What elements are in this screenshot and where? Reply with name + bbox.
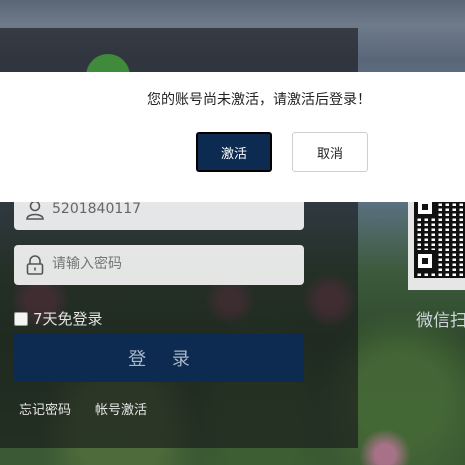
cancel-button[interactable]: 取消 bbox=[292, 132, 368, 172]
forgot-password-link[interactable]: 忘记密码 bbox=[19, 399, 71, 418]
activate-account-link[interactable]: 帐号激活 bbox=[95, 399, 147, 418]
password-field[interactable] bbox=[14, 245, 304, 285]
remember-checkbox[interactable] bbox=[14, 311, 28, 326]
remember-label: 7天免登录 bbox=[33, 310, 103, 328]
dialog-message: 您的账号尚未激活，请激活后登录！ bbox=[147, 92, 371, 108]
user-icon bbox=[26, 200, 44, 220]
lock-icon bbox=[26, 255, 44, 275]
remember-me[interactable]: 7天免登录 bbox=[14, 308, 103, 329]
qr-code-card bbox=[408, 190, 465, 290]
login-button[interactable]: 登 录 bbox=[14, 334, 304, 382]
activate-button[interactable]: 激活 bbox=[196, 132, 272, 172]
qr-finder-pattern bbox=[414, 250, 436, 272]
password-input[interactable] bbox=[52, 256, 292, 272]
username-value: 5201840117 bbox=[52, 201, 142, 217]
qr-hint-text: 微信扫 bbox=[416, 311, 465, 331]
activation-dialog: 您的账号尚未激活，请激活后登录！ 激活 取消 bbox=[0, 72, 465, 202]
qr-code bbox=[414, 196, 465, 278]
